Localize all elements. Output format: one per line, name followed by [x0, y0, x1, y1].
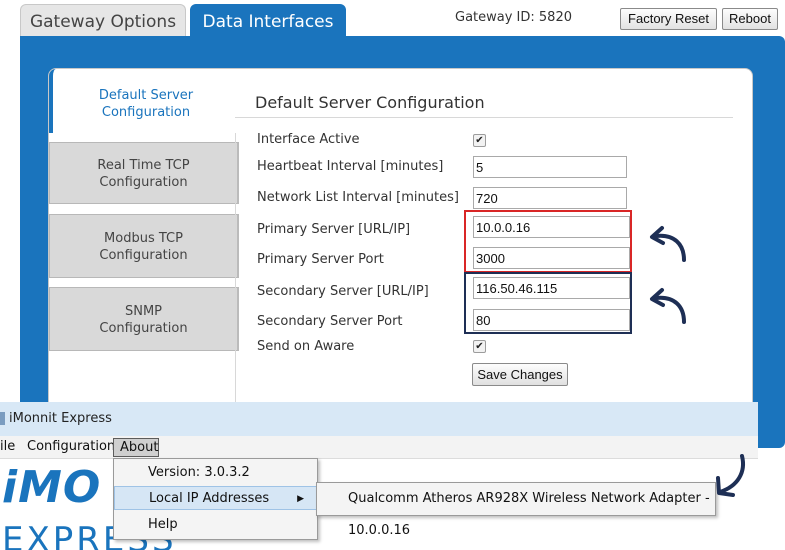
menu-item-label: Local IP Addresses — [149, 491, 270, 506]
form-divider — [235, 133, 236, 419]
tab-data-interfaces[interactable]: Data Interfaces — [190, 4, 346, 38]
window-titlebar: iMonnit Express — [0, 402, 758, 436]
side-tab-modbus-tcp[interactable]: Modbus TCP Configuration — [49, 214, 239, 278]
side-tab-line: SNMP — [124, 304, 163, 319]
top-tab-bar: Gateway Options Data Interfaces Gateway … — [0, 0, 785, 38]
side-tab-line: Configuration — [99, 248, 188, 263]
interface-active-label: Interface Active — [257, 132, 360, 147]
heartbeat-input[interactable] — [473, 156, 627, 178]
side-tab-real-time-tcp[interactable]: Real Time TCP Configuration — [49, 142, 239, 204]
network-list-label: Network List Interval [minutes] — [257, 190, 459, 205]
gateway-id-label: Gateway ID: 5820 — [455, 10, 572, 25]
send-on-aware-checkbox[interactable]: ✔ — [473, 340, 486, 353]
menu-bar: ile Configuration About — [0, 436, 758, 459]
secondary-port-label: Secondary Server Port — [257, 314, 403, 329]
submenu-arrow-icon: ▶ — [297, 494, 304, 504]
side-tab-line: Modbus TCP — [104, 231, 183, 246]
side-tab-snmp[interactable]: SNMP Configuration — [49, 287, 239, 351]
factory-reset-button[interactable]: Factory Reset — [620, 8, 717, 30]
heartbeat-label: Heartbeat Interval [minutes] — [257, 159, 444, 174]
side-tab-line: Real Time TCP — [97, 158, 190, 173]
menu-configuration[interactable]: Configuration — [27, 439, 115, 454]
curved-arrow-icon — [650, 288, 686, 324]
menu-item-help[interactable]: Help — [114, 513, 317, 537]
imonnit-express-window: iMonnit Express ile Configuration About … — [0, 402, 758, 550]
primary-server-highlight — [464, 210, 632, 273]
side-tab-line: Configuration — [99, 321, 188, 336]
menu-file[interactable]: ile — [0, 439, 15, 454]
side-tab-default-server[interactable]: Default Server Configuration — [49, 69, 239, 133]
about-dropdown-menu: Version: 3.0.3.2 Local IP Addresses ▶ He… — [113, 458, 318, 540]
title-divider — [235, 117, 733, 118]
interface-active-checkbox[interactable]: ✔ — [473, 134, 486, 147]
reboot-button[interactable]: Reboot — [722, 8, 778, 30]
primary-server-label: Primary Server [URL/IP] — [257, 222, 411, 237]
form-title: Default Server Configuration — [255, 93, 485, 112]
side-tab-line: Default Server — [98, 88, 194, 103]
submenu-item-adapter[interactable]: Qualcomm Atheros AR928X Wireless Network… — [348, 491, 710, 538]
app-icon — [0, 412, 5, 425]
menu-item-local-ip[interactable]: Local IP Addresses ▶ — [114, 486, 317, 510]
curved-arrow-icon — [650, 226, 686, 262]
tab-gateway-options[interactable]: Gateway Options — [20, 4, 186, 38]
side-tab-line: Configuration — [99, 175, 188, 190]
logo-wordmark: iMO — [2, 462, 102, 513]
side-tab-line: Configuration — [101, 105, 191, 120]
window-title: iMonnit Express — [9, 411, 112, 426]
network-list-input[interactable] — [473, 187, 627, 209]
secondary-server-label: Secondary Server [URL/IP] — [257, 284, 429, 299]
primary-port-label: Primary Server Port — [257, 252, 384, 267]
local-ip-submenu: Qualcomm Atheros AR928X Wireless Network… — [316, 482, 716, 538]
menu-item-version[interactable]: Version: 3.0.3.2 — [114, 461, 317, 485]
secondary-server-highlight — [464, 272, 632, 334]
send-on-aware-label: Send on Aware — [257, 339, 355, 354]
menu-about[interactable]: About — [113, 438, 159, 457]
save-changes-button[interactable]: Save Changes — [472, 363, 568, 386]
curved-arrow-icon — [716, 454, 745, 497]
